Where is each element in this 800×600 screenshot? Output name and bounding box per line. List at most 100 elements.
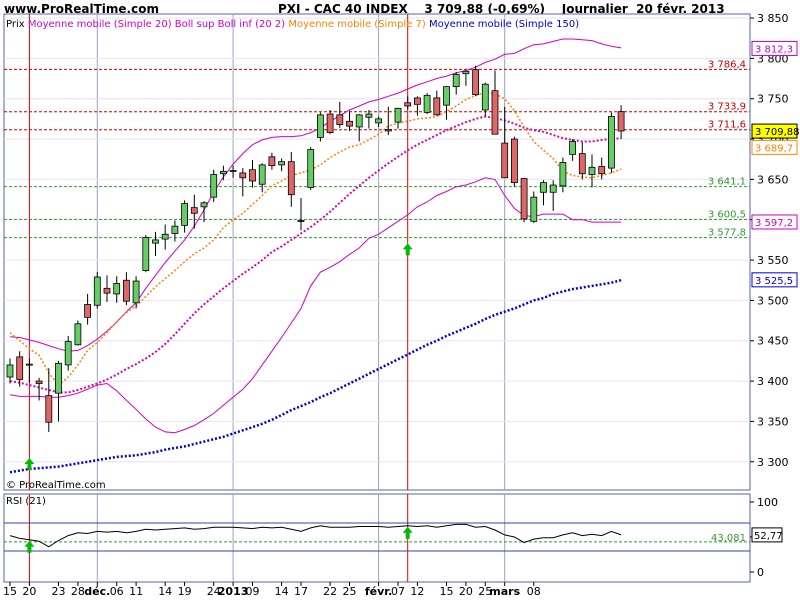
- price-badge-label: 3 597,2: [755, 218, 793, 229]
- candle-body: [35, 380, 43, 384]
- candle-body: [443, 86, 450, 106]
- candle-body: [413, 97, 421, 105]
- candle-body: [161, 233, 169, 240]
- y-tick-label: 3 500: [757, 294, 789, 307]
- x-tick-label: 19: [178, 585, 192, 598]
- candle-body: [239, 172, 247, 179]
- x-tick-label: 15: [3, 585, 17, 598]
- candle-body: [74, 323, 82, 346]
- candle-body: [336, 114, 344, 125]
- candle-body: [200, 202, 208, 208]
- y-tick-label: 3 850: [757, 12, 789, 25]
- level-label: 3 600,5: [708, 209, 746, 220]
- candle-body: [84, 304, 91, 318]
- candle-body: [472, 69, 480, 96]
- y-tick-label: 3 650: [757, 173, 789, 186]
- price-badge-label: 3 812,3: [755, 44, 793, 55]
- x-tick-label: 06: [110, 585, 124, 598]
- candle-body: [258, 164, 266, 185]
- candle-body: [152, 239, 159, 244]
- candle-body: [520, 178, 528, 220]
- candle-body: [287, 161, 295, 196]
- candle-body: [365, 113, 373, 118]
- candle-body: [423, 95, 431, 113]
- legend-item: Boll sup Boll inf (20 2): [172, 19, 286, 30]
- candle-body: [6, 364, 14, 378]
- x-tick-label: 23: [52, 585, 66, 598]
- x-tick-label: 14: [158, 585, 172, 598]
- y-tick-label: 3 450: [757, 335, 789, 348]
- rsi-panel: [3, 493, 751, 583]
- candle-body: [540, 182, 547, 193]
- candle-body: [549, 184, 557, 193]
- candle-body: [569, 141, 576, 155]
- candle-body: [278, 161, 286, 166]
- x-tick-label: 07: [391, 585, 405, 598]
- x-tick-label: 08: [527, 585, 541, 598]
- level-label: 3 733,9: [708, 102, 746, 113]
- chart-legend: Prix Moyenne mobile (Simple 20) Boll sup…: [6, 19, 579, 30]
- x-tick-label: 12: [410, 585, 424, 598]
- x-tick-label: 09: [246, 585, 260, 598]
- x-tick-label: déc.: [84, 585, 110, 598]
- rsi-y-tick-label: 0: [757, 566, 764, 579]
- candle-body: [578, 153, 586, 175]
- x-tick-label: 15: [440, 585, 454, 598]
- candle-body: [268, 156, 276, 167]
- level-label: 3 577,8: [708, 228, 746, 239]
- candle-body: [530, 196, 538, 222]
- candle-body: [55, 362, 62, 394]
- candle-body: [123, 279, 130, 302]
- candle-body: [316, 114, 324, 138]
- candle-body: [190, 207, 198, 214]
- price-badge-label: 3 689,7: [755, 143, 793, 154]
- candle-body: [384, 128, 392, 132]
- candle-body: [132, 280, 140, 304]
- candle-body: [462, 70, 470, 75]
- candle-body: [510, 138, 518, 184]
- x-tick-label: 20: [22, 585, 36, 598]
- candle-body: [171, 225, 179, 234]
- candle-body: [394, 107, 402, 123]
- y-tick-label: 3 750: [757, 93, 789, 106]
- x-tick-label: 20: [459, 585, 473, 598]
- y-tick-label: 3 300: [757, 456, 789, 469]
- x-tick-label: 2013: [218, 585, 249, 598]
- rsi-title: RSI (21): [6, 496, 46, 507]
- x-tick-label: 11: [129, 585, 143, 598]
- level-label: 3 641,1: [708, 177, 746, 188]
- candle-body: [142, 237, 150, 271]
- legend-item: Moyenne mobile (Simple 7): [285, 19, 426, 30]
- candle-body: [608, 116, 615, 169]
- x-tick-label: 28: [71, 585, 85, 598]
- candle-body: [113, 283, 121, 295]
- y-tick-label: 3 400: [757, 375, 789, 388]
- x-tick-label: 25: [343, 585, 357, 598]
- candle-body: [210, 174, 218, 198]
- copyright: © ProRealTime.com: [6, 480, 106, 491]
- level-label: 3 711,6: [708, 120, 746, 131]
- candle-body: [297, 220, 305, 222]
- rsi-y-tick-label: 100: [757, 496, 778, 509]
- candle-body: [181, 203, 189, 226]
- candle-body: [355, 114, 363, 128]
- candle-body: [617, 111, 625, 132]
- x-tick-label: 14: [275, 585, 289, 598]
- candle-body: [481, 83, 489, 111]
- candle-body: [433, 97, 441, 116]
- price-panel: [3, 13, 751, 491]
- rsi-ref-label: 43,081: [711, 533, 746, 544]
- candle-body: [588, 166, 596, 175]
- candle-body: [501, 142, 509, 179]
- rsi-badge-label: 52,77: [754, 531, 783, 542]
- price-badge-label: 3 709,88: [755, 127, 800, 138]
- candle-body: [103, 287, 111, 294]
- candle-body: [64, 341, 72, 366]
- candle-body: [598, 166, 606, 175]
- legend-item: Moyenne mobile (Simple 20): [25, 19, 172, 30]
- candle-body: [45, 395, 53, 423]
- price-badge-label: 3 525,5: [755, 276, 793, 287]
- legend-item: Moyenne mobile (Simple 150): [426, 19, 579, 30]
- candle-body: [491, 90, 499, 135]
- candle-body: [346, 120, 353, 127]
